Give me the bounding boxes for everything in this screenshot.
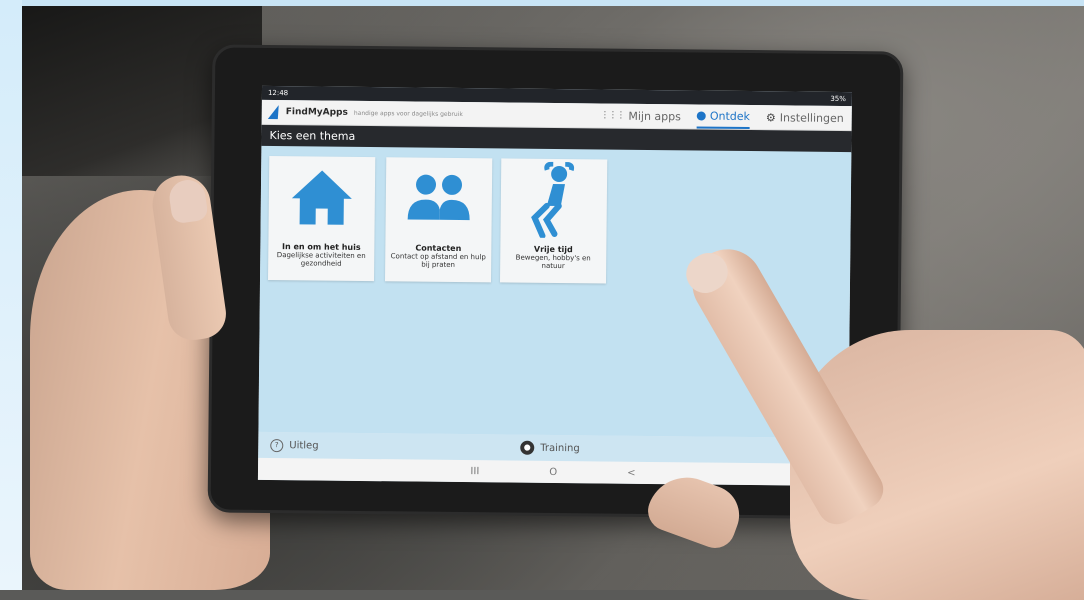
theme-card-contacten[interactable]: Contacten Contact op afstand en hulp bij… <box>384 157 493 283</box>
nav-ontdek[interactable]: Ontdek <box>696 104 751 130</box>
theme-subtitle: Dagelijkse activiteiten en gezondheid <box>276 251 366 268</box>
theme-card-huis[interactable]: In en om het huis Dagelijkse activiteite… <box>268 155 376 282</box>
nav-instellingen-label: Instellingen <box>779 110 844 125</box>
training-label: Training <box>540 442 580 454</box>
status-battery: 35% <box>830 94 846 104</box>
theme-card-vrije-tijd[interactable]: Vrije tijd Bewegen, hobby's en natuur <box>499 158 608 284</box>
training-button[interactable]: ● Training <box>520 440 580 456</box>
app-tagline: handige apps voor dagelijks gebruik <box>353 109 463 118</box>
house-icon <box>291 170 352 225</box>
nav-mijn-apps[interactable]: ⋮⋮⋮ Mijn apps <box>600 103 681 128</box>
compass-icon <box>696 110 706 121</box>
theme-subtitle: Contact op afstand en hulp bij praten <box>390 252 486 269</box>
back-button[interactable]: < <box>627 467 636 478</box>
question-icon: ? <box>270 438 284 452</box>
home-button[interactable]: O <box>549 466 557 477</box>
app-name: FindMyApps <box>285 107 348 118</box>
grid-icon: ⋮⋮⋮ <box>600 110 625 121</box>
person-relaxing-icon <box>531 161 575 239</box>
nav-instellingen[interactable]: ⚙ Instellingen <box>766 105 844 130</box>
nav-ontdek-label: Ontdek <box>709 109 751 123</box>
main-nav: ⋮⋮⋮ Mijn apps Ontdek ⚙ Instellingen <box>600 103 844 130</box>
theme-subtitle: Bewegen, hobby's en natuur <box>515 253 591 271</box>
help-label: Uitleg <box>289 439 319 452</box>
findmyapps-logo-icon <box>267 105 282 120</box>
people-icon <box>407 174 470 221</box>
gear-icon: ⚙ <box>765 110 776 124</box>
status-time: 12:48 <box>267 88 289 98</box>
nav-mijn-apps-label: Mijn apps <box>628 109 681 123</box>
help-button[interactable]: ? Uitleg <box>270 438 520 455</box>
person-icon: ● <box>520 440 535 455</box>
photo-edge-left <box>0 0 22 590</box>
recents-button[interactable]: III <box>470 466 479 477</box>
